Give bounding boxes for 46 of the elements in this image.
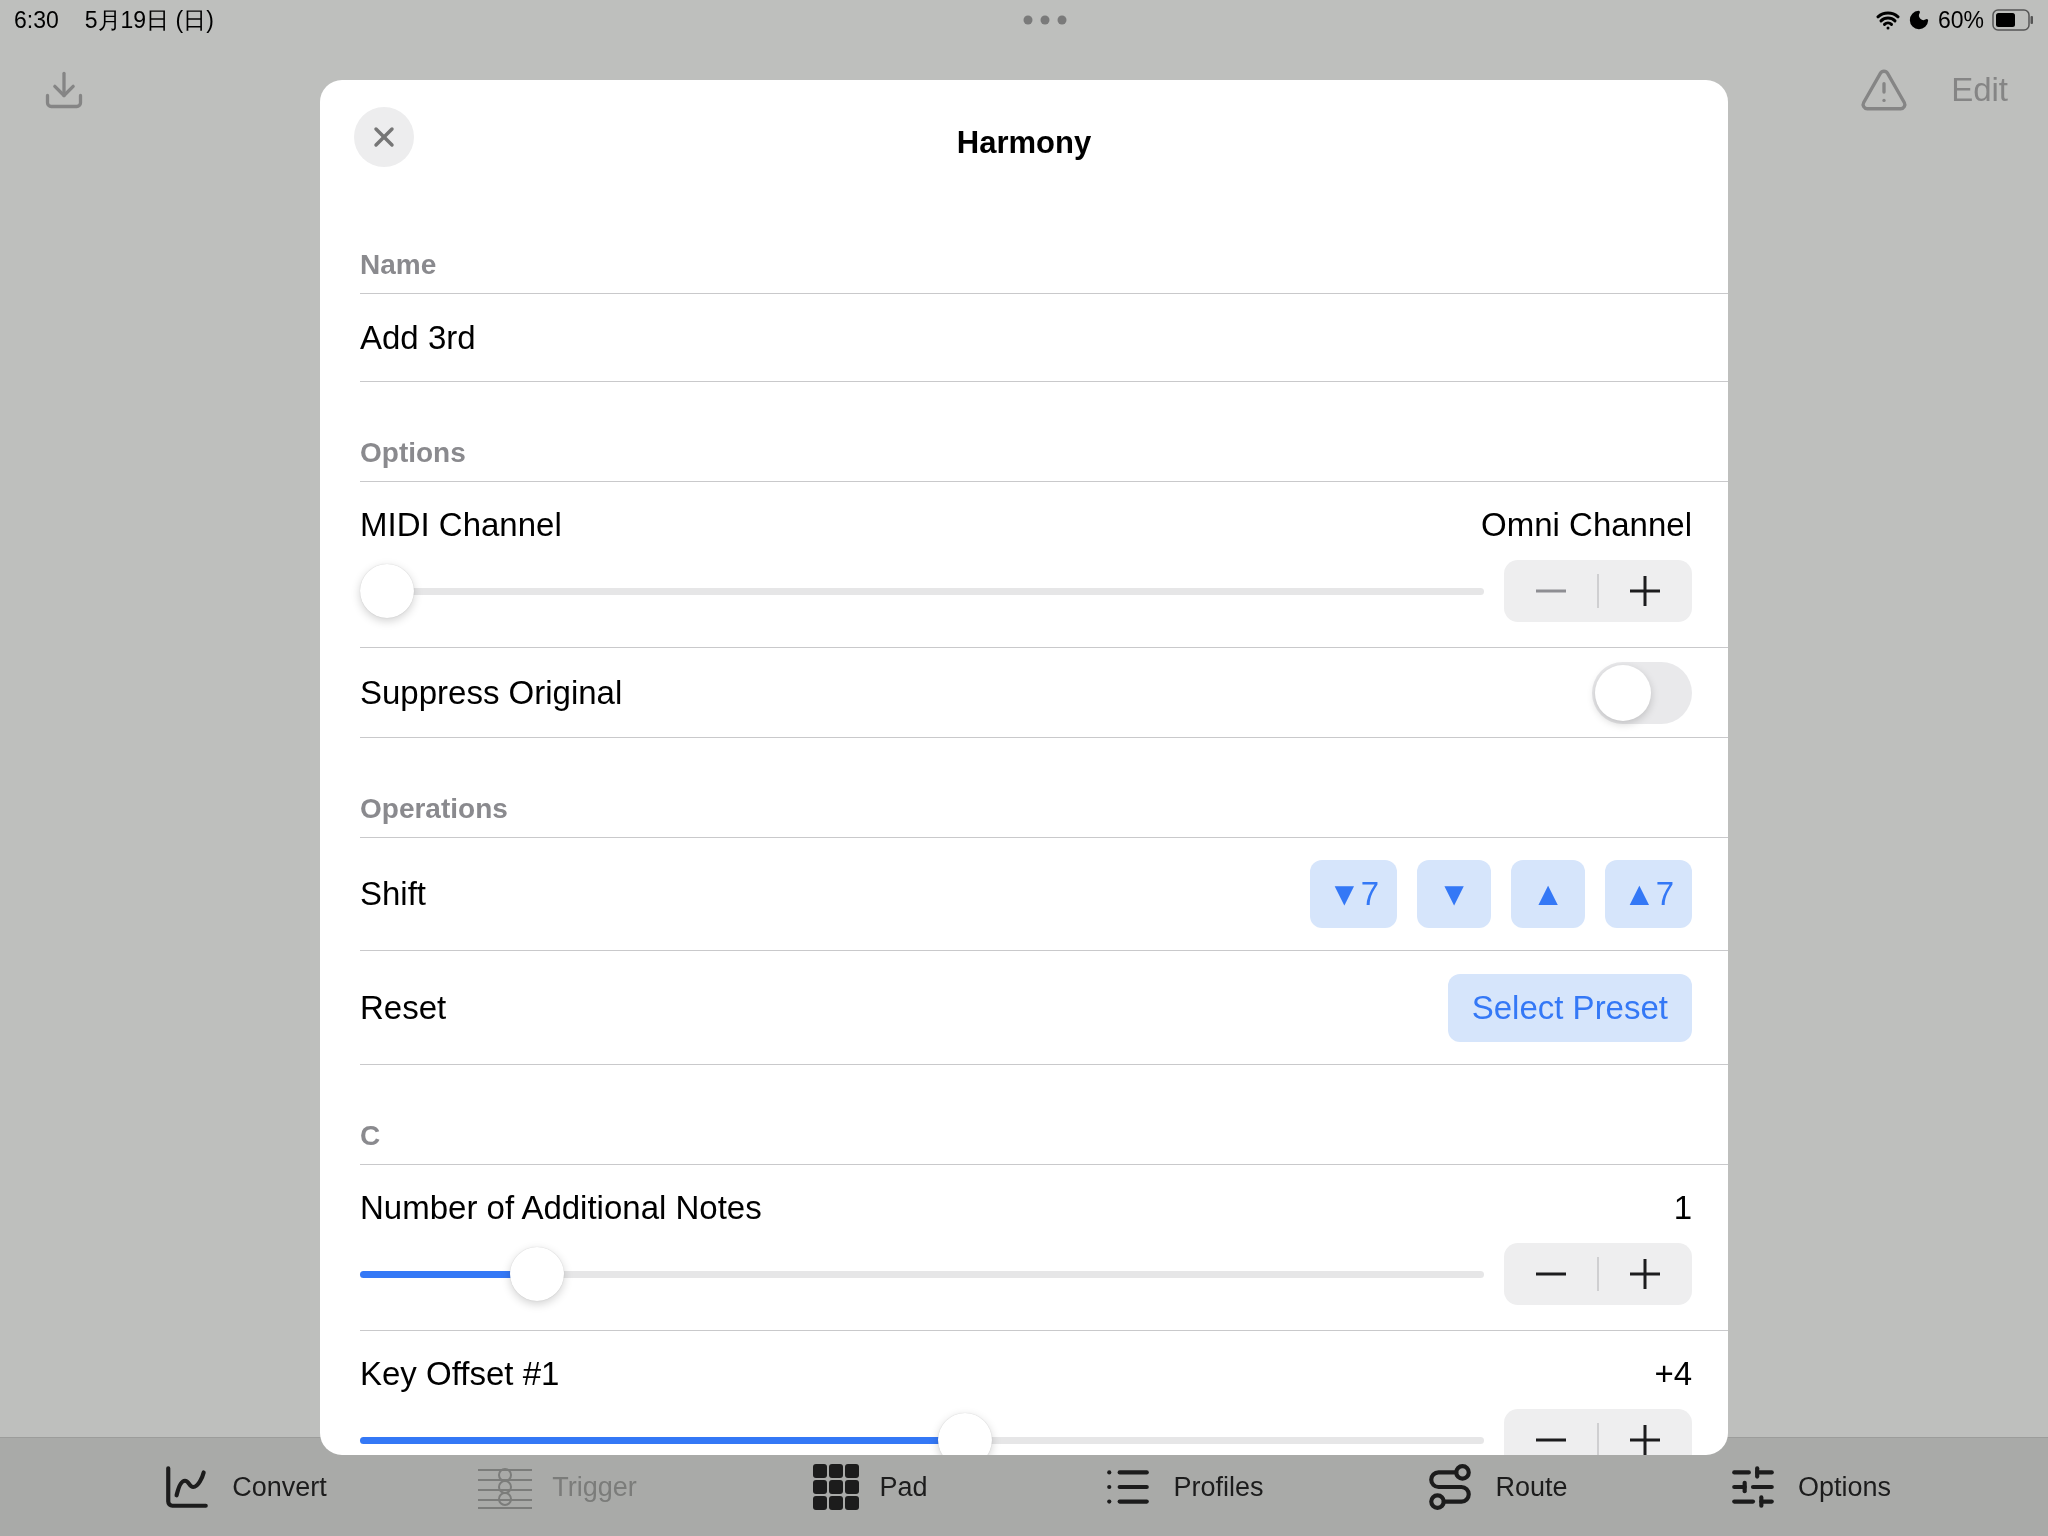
tab-label[interactable]: Pad — [879, 1471, 928, 1503]
slider[interactable] — [360, 564, 1484, 618]
plus-icon — [1630, 1259, 1661, 1289]
edit-button[interactable]: Edit — [1951, 71, 2008, 109]
tab-label[interactable]: Convert — [232, 1471, 327, 1503]
shift-button[interactable]: ▲ — [1511, 860, 1585, 928]
value-label: 1 — [1673, 1189, 1692, 1227]
slider-thumb[interactable] — [937, 1413, 992, 1455]
name-field[interactable]: Add 3rd — [360, 318, 476, 357]
battery-percent: 60% — [1937, 6, 1984, 34]
sheet-title: Harmony — [956, 125, 1092, 161]
section-header: C — [360, 1120, 381, 1152]
section-header: Options — [360, 437, 466, 469]
row-label: Number of Additional Notes — [360, 1189, 762, 1227]
tab-label[interactable]: Route — [1495, 1471, 1568, 1503]
grid-icon — [813, 1464, 860, 1510]
value-label: +4 — [1654, 1355, 1692, 1393]
section-header: Name — [360, 249, 437, 281]
shift-button[interactable]: ▼7 — [1309, 860, 1397, 928]
minus-icon — [1535, 1438, 1566, 1442]
slider-thumb[interactable] — [509, 1247, 564, 1301]
slider[interactable] — [360, 1247, 1484, 1301]
row-label: Shift — [360, 875, 427, 913]
multitasking-icon[interactable] — [1022, 15, 1067, 25]
value-label: Omni Channel — [1481, 506, 1692, 544]
row-label: Key Offset #1 — [360, 1355, 560, 1393]
row-label: MIDI Channel — [360, 506, 562, 544]
status-time: 6:30 — [14, 6, 59, 34]
tab-label[interactable]: Options — [1797, 1471, 1892, 1503]
section-header: Operations — [360, 793, 508, 825]
minus-icon — [1535, 589, 1566, 593]
plus-icon — [1630, 576, 1661, 606]
minus-icon — [1535, 1272, 1566, 1276]
shift-button[interactable]: ▲7 — [1605, 860, 1692, 928]
row-label: Suppress Original — [360, 673, 623, 712]
shift-button[interactable]: ▼ — [1417, 860, 1491, 928]
tab-label[interactable]: Profiles — [1173, 1471, 1264, 1503]
slider[interactable] — [360, 1413, 1484, 1455]
row-label: Reset — [360, 988, 447, 1027]
moon-icon — [1907, 9, 1930, 31]
toggle-switch[interactable] — [1592, 661, 1692, 724]
slider-thumb[interactable] — [360, 564, 414, 618]
battery-icon — [1992, 9, 2034, 31]
plus-icon — [1630, 1425, 1661, 1455]
select-preset-button[interactable]: Select Preset — [1447, 973, 1692, 1042]
status-date: 5月19日 (日) — [84, 5, 214, 35]
